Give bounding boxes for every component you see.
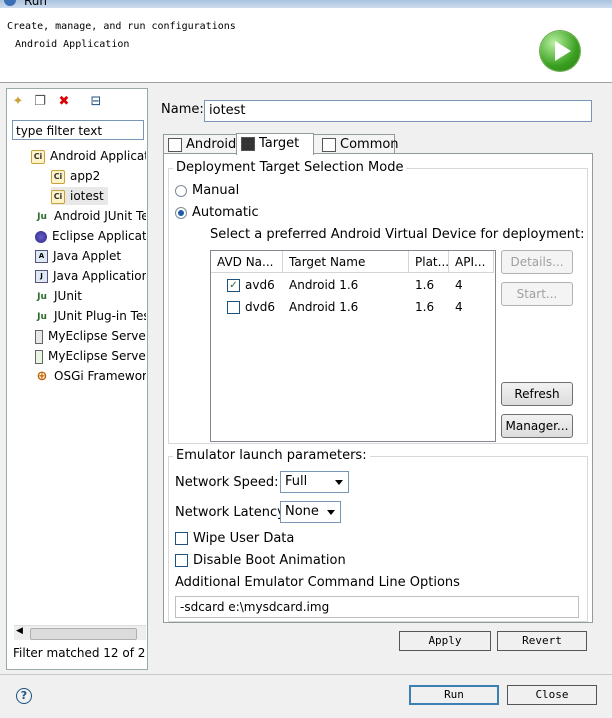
tree-item-junit[interactable]: Ju JUnit bbox=[35, 287, 82, 305]
network-speed-select[interactable]: Full bbox=[280, 471, 349, 493]
name-input[interactable]: iotest bbox=[204, 100, 592, 122]
configuration-tree: CiAndroid Application Ciapp2 Ciiotest Ju… bbox=[7, 145, 146, 385]
disable-boot-animation-checkbox[interactable]: Disable Boot Animation bbox=[175, 553, 346, 568]
avd-table: AVD Na... Target Name Plat... API... ✓ av… bbox=[210, 250, 496, 442]
collapse-all-icon[interactable]: ⊟ bbox=[89, 95, 103, 109]
tree-item-java-applet[interactable]: A Java Applet bbox=[35, 247, 121, 265]
emulator-group-label: Emulator launch parameters: bbox=[173, 448, 370, 463]
tree-item-iotest[interactable]: Ci iotest bbox=[51, 187, 108, 205]
junit-icon: Ju bbox=[37, 211, 47, 222]
duplicate-config-icon[interactable]: ❐ bbox=[33, 95, 47, 109]
scroll-left-icon[interactable]: ◀ bbox=[16, 626, 23, 636]
common-tab-icon bbox=[322, 137, 336, 152]
chevron-down-icon bbox=[327, 510, 335, 515]
header-message: Android Application bbox=[15, 39, 130, 50]
column-header-api[interactable]: API... bbox=[449, 251, 494, 273]
server-debug-icon bbox=[35, 349, 43, 364]
wipe-user-data-checkbox[interactable]: Wipe User Data bbox=[175, 531, 294, 546]
chevron-down-icon bbox=[335, 480, 343, 485]
avd-checkbox[interactable] bbox=[227, 301, 240, 314]
help-icon[interactable]: ? bbox=[16, 688, 32, 704]
cmd-options-input[interactable]: -sdcard e:\mysdcard.img bbox=[175, 596, 579, 618]
revert-button[interactable]: Revert bbox=[497, 631, 587, 651]
automatic-radio[interactable]: Automatic bbox=[175, 205, 259, 220]
run-banner-icon bbox=[540, 31, 580, 71]
window-title-bar: Run bbox=[0, 0, 612, 8]
refresh-button[interactable]: Refresh bbox=[501, 382, 573, 406]
config-icon: Ci bbox=[51, 189, 65, 204]
network-speed-label: Network Speed: bbox=[175, 475, 279, 490]
apply-button[interactable]: Apply bbox=[399, 631, 491, 651]
tree-item-android-junit[interactable]: JuAndroid JUnit Test bbox=[35, 207, 146, 225]
run-button[interactable]: Run bbox=[409, 685, 499, 705]
tree-horizontal-scrollbar[interactable]: ◀ bbox=[14, 625, 146, 640]
filter-status: Filter matched 12 of 24 bbox=[13, 646, 146, 660]
junit-plugin-icon: Ju bbox=[37, 311, 47, 322]
tab-android[interactable]: Android bbox=[163, 134, 237, 154]
avd-checkbox[interactable]: ✓ bbox=[227, 279, 240, 292]
dialog-header: Create, manage, and run configurations A… bbox=[0, 8, 612, 83]
network-latency-label: Network Latency: bbox=[175, 505, 289, 520]
tree-item-osgi-framework[interactable]: ⊕ OSGi Framework bbox=[35, 367, 146, 385]
tree-item-junit-plugin[interactable]: Ju JUnit Plug-in Test bbox=[35, 307, 146, 325]
new-config-icon[interactable]: ✦ bbox=[11, 95, 25, 109]
cmd-options-label: Additional Emulator Command Line Options bbox=[175, 575, 460, 590]
manager-button[interactable]: Manager... bbox=[501, 414, 573, 438]
filter-input[interactable]: type filter text bbox=[12, 120, 144, 140]
manual-radio[interactable]: Manual bbox=[175, 183, 239, 198]
column-header-avd-name[interactable]: AVD Na... bbox=[211, 251, 283, 273]
close-button[interactable]: Close bbox=[507, 685, 597, 705]
column-header-platform[interactable]: Plat... bbox=[409, 251, 449, 273]
name-label: Name: bbox=[161, 102, 204, 117]
junit-icon: Ju bbox=[37, 291, 47, 302]
target-tab-icon bbox=[241, 136, 255, 151]
footer-separator bbox=[0, 674, 612, 675]
scrollbar-thumb[interactable] bbox=[30, 628, 137, 640]
delete-config-icon[interactable]: ✖ bbox=[57, 95, 71, 109]
config-icon: Ci bbox=[51, 169, 65, 184]
osgi-icon: ⊕ bbox=[36, 368, 48, 384]
avd-select-prompt: Select a preferred Android Virtual Devic… bbox=[210, 227, 585, 242]
header-title: Create, manage, and run configurations bbox=[7, 21, 236, 32]
tree-item-myeclipse-server-debug[interactable]: MyEclipse Server Debug bbox=[35, 347, 146, 365]
android-app-icon: Ci bbox=[31, 149, 45, 164]
java-app-icon: J bbox=[35, 270, 48, 283]
details-button[interactable]: Details... bbox=[501, 250, 573, 274]
window-icon bbox=[4, 0, 16, 6]
server-icon bbox=[35, 329, 43, 344]
applet-icon: A bbox=[35, 250, 48, 263]
tree-item-java-application[interactable]: J Java Application bbox=[35, 267, 146, 285]
tree-item-android-application[interactable]: CiAndroid Application bbox=[31, 147, 146, 165]
tree-item-myeclipse-server-app[interactable]: MyEclipse Server Application bbox=[35, 327, 146, 345]
deployment-group-label: Deployment Target Selection Mode bbox=[173, 160, 407, 175]
start-button[interactable]: Start... bbox=[501, 282, 573, 306]
android-tab-icon bbox=[168, 137, 182, 152]
tree-item-eclipse-application[interactable]: Eclipse Application bbox=[35, 227, 146, 245]
network-latency-select[interactable]: None bbox=[280, 501, 341, 523]
window-title: Run bbox=[24, 0, 48, 8]
tree-item-app2[interactable]: Ci app2 bbox=[51, 167, 100, 185]
eclipse-icon bbox=[35, 230, 47, 243]
column-header-target-name[interactable]: Target Name bbox=[283, 251, 409, 273]
tab-target[interactable]: Target bbox=[236, 133, 314, 155]
tab-common[interactable]: Common bbox=[313, 134, 399, 154]
